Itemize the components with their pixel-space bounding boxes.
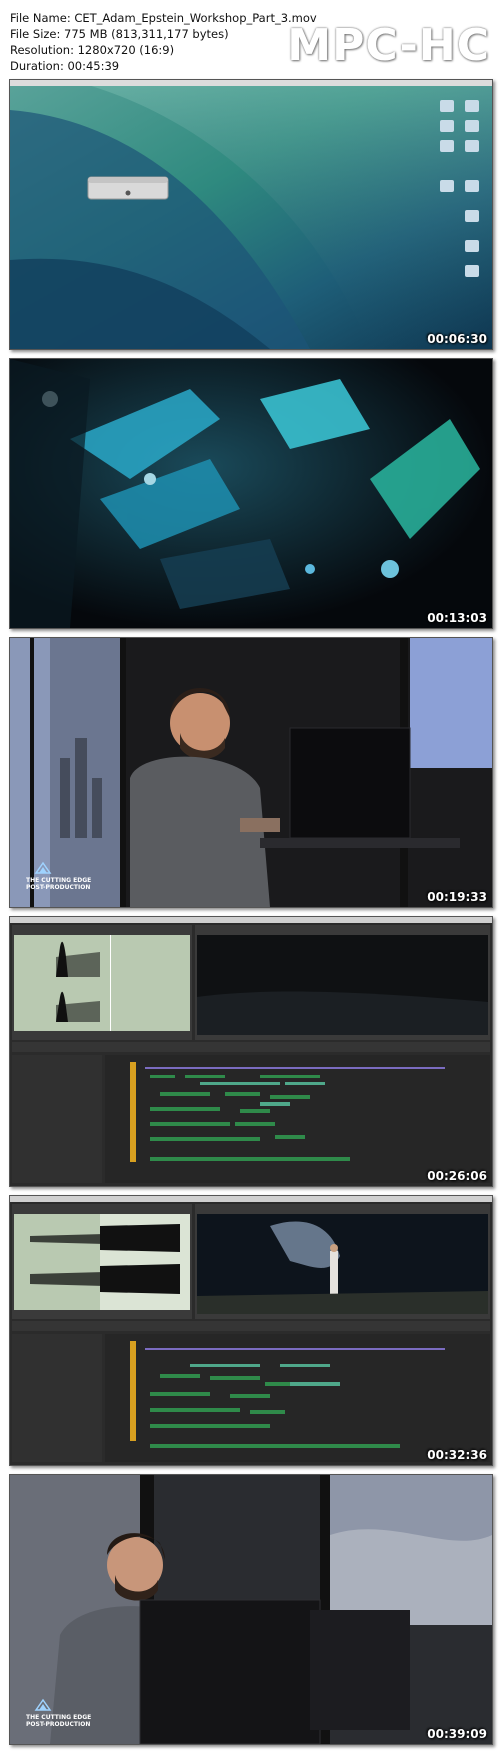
timestamp: 00:06:30	[427, 332, 487, 346]
file-name: File Name: CET_Adam_Epstein_Workshop_Par…	[10, 11, 317, 25]
thumbnail-4: 00:26:06	[9, 916, 493, 1187]
file-size: File Size: 775 MB (813,311,177 bytes)	[10, 27, 229, 41]
timestamp: 00:26:06	[427, 1169, 487, 1183]
thumbnail-5: 00:32:36	[9, 1195, 493, 1466]
premiere-ui-image-2	[10, 1196, 492, 1465]
duration: Duration: 00:45:39	[10, 59, 120, 73]
resolution: Resolution: 1280x720 (16:9)	[10, 43, 175, 57]
timestamp: 00:39:09	[427, 1727, 487, 1741]
cutting-edge-watermark: THE CUTTING EDGE POST-PRODUCTION	[26, 1698, 91, 1728]
cutting-edge-logo-icon	[34, 1698, 52, 1711]
mac-desktop-image	[10, 80, 492, 349]
info-header: File Name: CET_Adam_Epstein_Workshop_Par…	[0, 0, 500, 78]
cutting-edge-logo-icon	[34, 861, 52, 874]
cutting-edge-watermark: THE CUTTING EDGE POST-PRODUCTION	[26, 861, 91, 891]
timestamp: 00:19:33	[427, 890, 487, 904]
timestamp: 00:13:03	[427, 611, 487, 625]
thumbnail-1: 00:06:30	[9, 79, 493, 350]
thumbnail-2: 00:13:03	[9, 358, 493, 629]
thumbnail-3: THE CUTTING EDGE POST-PRODUCTION 00:19:3…	[9, 637, 493, 908]
timestamp: 00:32:36	[427, 1448, 487, 1462]
premiere-ui-image	[10, 917, 492, 1186]
file-info: File Name: CET_Adam_Epstein_Workshop_Par…	[10, 10, 317, 74]
robot-blur-image	[10, 359, 492, 628]
mpc-hc-logo: MPC-HC	[287, 20, 490, 71]
thumbnail-6: THE CUTTING EDGE POST-PRODUCTION 00:39:0…	[9, 1474, 493, 1745]
